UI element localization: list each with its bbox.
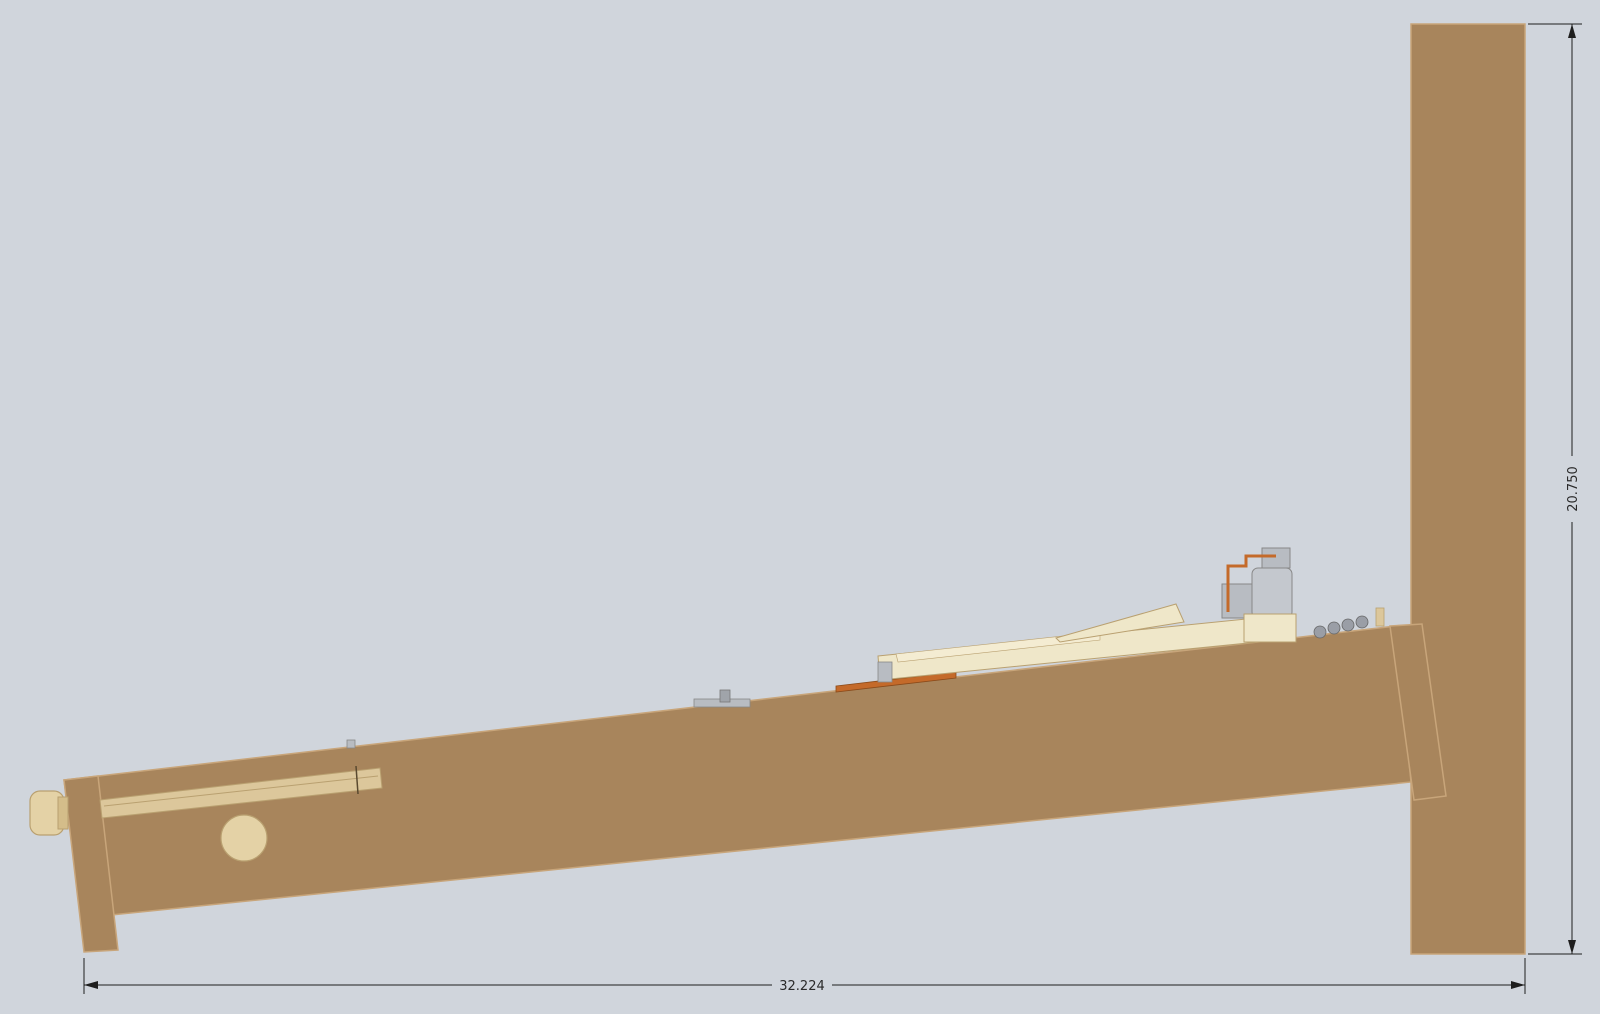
width-dimension-label: 32.224	[779, 979, 825, 994]
vertical-post	[1410, 23, 1526, 955]
brass-end-knob	[29, 790, 69, 836]
cad-side-view: 32.224 20.750	[0, 0, 1600, 1014]
height-dimension-label: 20.750	[1566, 466, 1581, 512]
round-knob	[220, 814, 268, 862]
